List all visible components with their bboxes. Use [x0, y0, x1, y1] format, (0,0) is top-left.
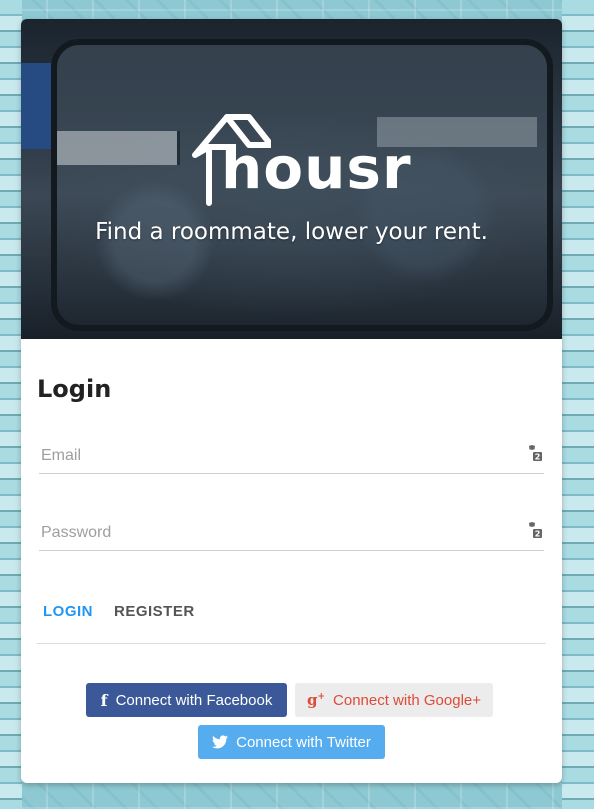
login-card: housr Find a roommate, lower your rent. …: [21, 19, 562, 783]
twitter-bird-icon: [212, 735, 229, 749]
password-manager-key-icon[interactable]: 2: [526, 445, 542, 461]
connect-twitter-button[interactable]: Connect with Twitter: [198, 725, 385, 759]
svg-text:2: 2: [535, 453, 541, 461]
tagline: Find a roommate, lower your rent.: [95, 219, 488, 245]
login-tab[interactable]: LOGIN: [37, 599, 99, 624]
background-pattern-left: [0, 0, 22, 809]
facebook-button-label: Connect with Facebook: [115, 691, 273, 709]
brand-name: housr: [221, 134, 412, 202]
password-field: 2: [39, 516, 544, 551]
twitter-button-label: Connect with Twitter: [236, 733, 371, 751]
facebook-f-icon: f: [100, 690, 108, 710]
register-tab[interactable]: REGISTER: [108, 599, 201, 624]
email-input[interactable]: [41, 443, 511, 469]
hero-banner: housr Find a roommate, lower your rent.: [21, 19, 562, 339]
connect-google-button[interactable]: g+ Connect with Google+: [295, 683, 493, 717]
svg-text:2: 2: [535, 530, 541, 538]
password-manager-key-icon[interactable]: 2: [526, 522, 542, 538]
password-input[interactable]: [41, 520, 511, 546]
housr-logo: housr: [191, 111, 411, 211]
background-pattern-right: [562, 0, 594, 809]
email-field: 2: [39, 439, 544, 474]
auth-tabs: LOGIN REGISTER: [37, 591, 546, 644]
google-plus-icon: g+: [306, 691, 326, 709]
google-button-label: Connect with Google+: [333, 691, 482, 709]
connect-facebook-button[interactable]: f Connect with Facebook: [86, 683, 287, 717]
login-title: Login: [37, 375, 112, 403]
